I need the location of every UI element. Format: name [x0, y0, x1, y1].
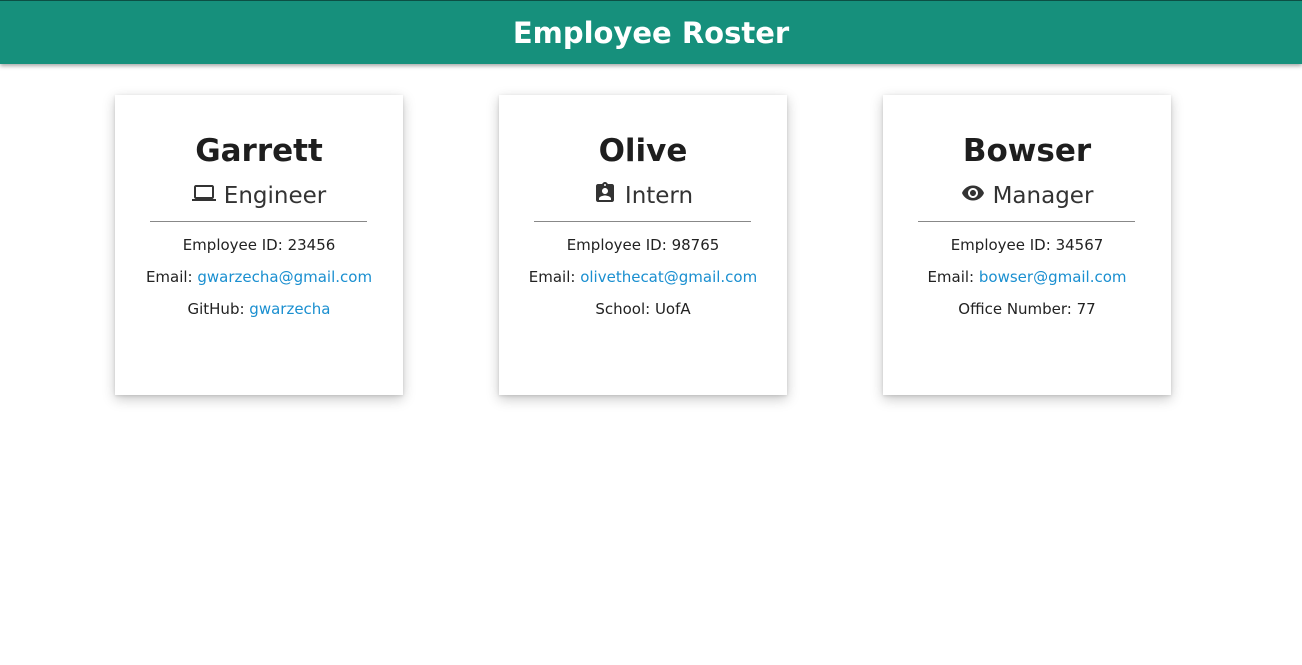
- employee-id-row: Employee ID: 98765: [499, 235, 787, 255]
- employee-email-row: Email: olivethecat@gmail.com: [499, 267, 787, 287]
- employee-email-row: Email: gwarzecha@gmail.com: [115, 267, 403, 287]
- employee-email-label: Email:: [927, 268, 979, 286]
- page-title: Employee Roster: [512, 15, 790, 50]
- badge-icon: [593, 181, 617, 205]
- employee-id-value: 23456: [287, 236, 336, 254]
- employee-role-label: Intern: [624, 183, 694, 209]
- employee-office-row: Office Number: 77: [883, 299, 1171, 319]
- employee-id-value: 98765: [671, 236, 720, 254]
- employee-email-link[interactable]: olivethecat@gmail.com: [580, 268, 757, 286]
- employee-school-row: School: UofA: [499, 299, 787, 319]
- employee-id-value: 34567: [1055, 236, 1104, 254]
- employee-email-row: Email: bowser@gmail.com: [883, 267, 1171, 287]
- employee-card-manager: Bowser Manager Employee ID: 34567 Email:…: [883, 95, 1171, 395]
- employee-role: Engineer: [115, 179, 403, 213]
- employee-github-label: GitHub:: [187, 300, 250, 318]
- employee-school-label: School:: [595, 300, 655, 318]
- employee-email-label: Email:: [145, 268, 198, 286]
- employee-office-label: Office Number:: [958, 300, 1077, 318]
- employee-github-link[interactable]: gwarzecha: [249, 300, 330, 318]
- employee-school-value: UofA: [654, 300, 691, 318]
- eye-icon: [961, 181, 985, 205]
- employee-role: Manager: [883, 179, 1171, 213]
- card-divider: [534, 221, 751, 222]
- employee-email-link[interactable]: gwarzecha@gmail.com: [197, 268, 372, 286]
- employee-id-row: Employee ID: 34567: [883, 235, 1171, 255]
- employee-id-label: Employee ID:: [950, 236, 1056, 254]
- employee-card-engineer: Garrett Engineer Employee ID: 23456 Emai…: [115, 95, 403, 395]
- card-divider: [150, 221, 367, 222]
- laptop-icon: [191, 181, 216, 205]
- employee-role-label: Manager: [992, 183, 1094, 209]
- employee-id-label: Employee ID:: [566, 236, 672, 254]
- employee-github-row: GitHub: gwarzecha: [115, 299, 403, 319]
- employee-role: Intern: [499, 179, 787, 213]
- employee-card-intern: Olive Intern Employee ID: 98765 Email: o…: [499, 95, 787, 395]
- employee-id-row: Employee ID: 23456: [115, 235, 403, 255]
- employee-office-value: 77: [1076, 300, 1096, 318]
- employee-role-label: Engineer: [223, 183, 327, 209]
- employee-name: Olive: [598, 133, 688, 169]
- employee-email-label: Email:: [528, 268, 581, 286]
- page-header: Employee Roster: [0, 0, 1302, 64]
- card-divider: [918, 221, 1135, 222]
- employee-email-link[interactable]: bowser@gmail.com: [979, 268, 1127, 286]
- employee-id-label: Employee ID:: [182, 236, 288, 254]
- employee-name: Bowser: [962, 133, 1092, 169]
- employee-name: Garrett: [195, 133, 323, 169]
